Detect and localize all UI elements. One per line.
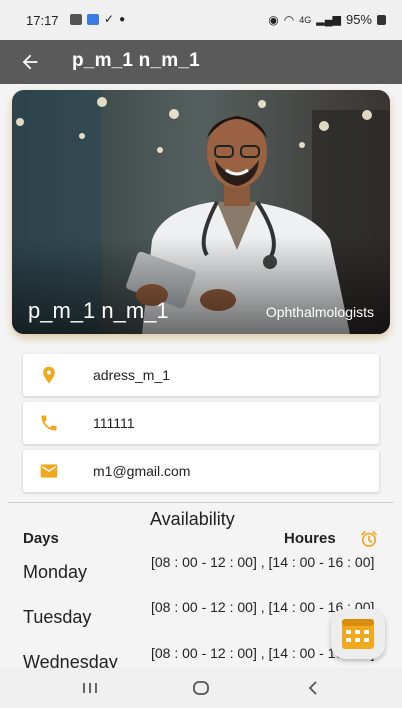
recent-apps-icon[interactable]	[78, 678, 102, 698]
dot-icon: ●	[119, 13, 126, 25]
calendar-button[interactable]	[331, 609, 385, 659]
nav-back-icon[interactable]	[301, 678, 325, 698]
day-tuesday: Tuesday	[23, 607, 92, 627]
hours-header: Houres	[284, 530, 336, 547]
signal-icon: ▂▄▆	[316, 14, 341, 26]
alarm-clock-icon	[361, 531, 377, 547]
days-header: Days	[23, 530, 59, 547]
app-bar: p_m_1 n_m_1	[0, 40, 402, 84]
email-text: m1@gmail.com	[93, 463, 191, 479]
wifi-icon: ◠	[283, 12, 295, 27]
page-title: p_m_1 n_m_1	[72, 50, 200, 71]
phone-icon	[41, 415, 57, 431]
network-icon: 4G	[299, 14, 312, 25]
location-pin-icon	[43, 366, 55, 384]
status-time: 17:17	[26, 13, 59, 28]
back-arrow-icon[interactable]	[18, 51, 42, 73]
doctor-photo-card: p_m_1 n_m_1 Ophthalmologists	[12, 90, 390, 334]
notification-icons: ✓ ●	[70, 12, 125, 26]
hotspot-icon: ◉	[268, 12, 279, 27]
availability-title: Availability	[150, 509, 235, 529]
day-monday: Monday	[23, 562, 88, 582]
app-notification-icon	[87, 13, 99, 25]
home-icon[interactable]	[189, 678, 213, 698]
divider	[8, 502, 394, 503]
phone-card[interactable]: 111111	[23, 402, 379, 444]
email-card[interactable]: m1@gmail.com	[23, 450, 379, 492]
email-icon	[40, 464, 58, 478]
doctor-specialty: Ophthalmologists	[265, 304, 374, 320]
address-card[interactable]: adress_m_1	[23, 354, 379, 396]
hours-monday: [08 : 00 - 12 : 00] , [14 : 00 - 16 : 00…	[151, 554, 375, 570]
battery-icon	[377, 14, 386, 25]
check-icon: ✓	[104, 12, 115, 26]
system-icons: ◉ ◠ 4G ▂▄▆ 95%	[268, 12, 386, 27]
battery-label: 95%	[345, 12, 372, 27]
address-text: adress_m_1	[93, 367, 171, 383]
gallery-icon	[70, 13, 82, 25]
phone-text: 111111	[93, 415, 135, 431]
calendar-icon	[342, 619, 374, 649]
doctor-name: p_m_1 n_m_1	[28, 298, 169, 323]
system-nav-bar	[0, 668, 402, 708]
status-bar: 17:17 ✓ ● ◉ ◠ 4G ▂▄▆ 95%	[0, 0, 402, 40]
